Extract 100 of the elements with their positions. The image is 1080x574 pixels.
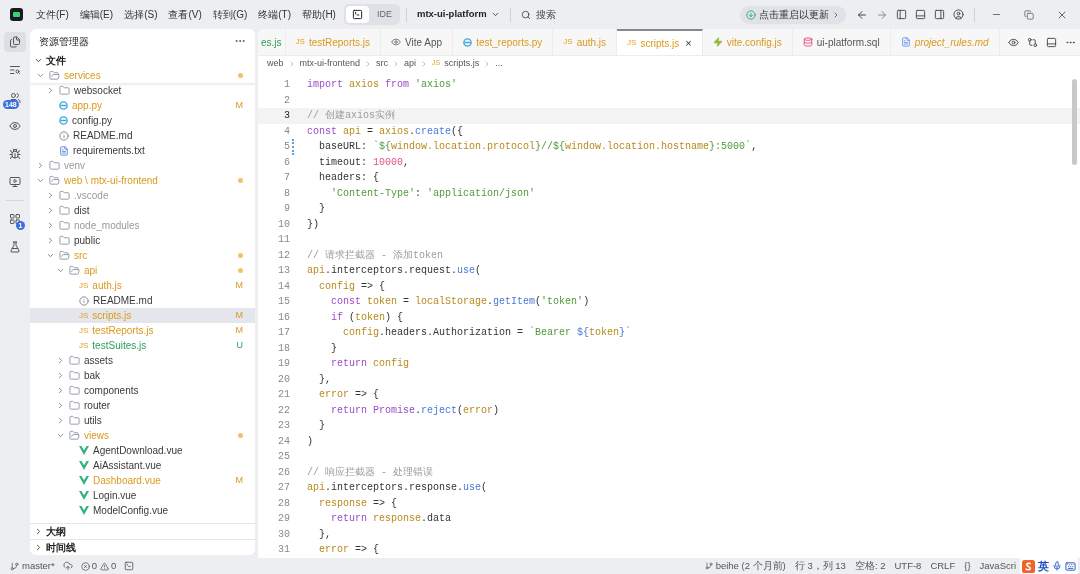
back-arrow-icon[interactable] [856, 8, 868, 21]
folder-icon [49, 160, 60, 171]
file-row[interactable]: AiAssistant.vue [30, 458, 255, 473]
menu-item[interactable]: 终端(T) [258, 7, 292, 22]
file-row[interactable]: config.py [30, 113, 255, 128]
folder-icon [59, 205, 70, 216]
folder-icon [59, 235, 70, 246]
section-header[interactable]: 时间线 [30, 539, 255, 555]
menu-item[interactable]: 编辑(E) [79, 7, 114, 22]
code-line: import axios from 'axios' [307, 78, 458, 93]
mode-option[interactable] [345, 6, 369, 23]
status-item[interactable]: JavaScri [979, 558, 1016, 574]
status-item[interactable]: UTF-8 [894, 558, 922, 574]
line-number: 10 [277, 217, 290, 232]
mode-option[interactable]: IDE [370, 6, 398, 23]
line-number: 16 [277, 310, 290, 325]
status-item[interactable]: 行 3，列 13 [794, 558, 846, 574]
file-name: components [84, 384, 139, 398]
ime-toolbar[interactable]: 英 [1020, 558, 1078, 574]
terminal-icon [351, 9, 363, 20]
code-line: response => { [318, 496, 398, 511]
branch-icon [10, 561, 19, 571]
terminal-icon[interactable] [124, 561, 135, 571]
breadcrumb-item[interactable]: mtx-ui-frontend [299, 56, 361, 71]
file-name: node_modules [74, 219, 140, 233]
file-name: websocket [74, 84, 122, 98]
section-header[interactable]: 文件 [30, 53, 255, 68]
mode-toggle[interactable]: IDE [343, 4, 400, 25]
breadcrumb-item[interactable]: scripts.js [444, 56, 480, 71]
activity-bar-item[interactable] [4, 32, 26, 52]
code-line: if (token) { [330, 310, 404, 325]
breadcrumb-item[interactable]: web [267, 56, 284, 71]
bottom-panel-icon[interactable] [915, 9, 926, 20]
split-editor-icon[interactable] [1045, 36, 1057, 48]
ime-language[interactable]: 英 [1038, 557, 1049, 574]
folder-icon [59, 190, 70, 201]
folder-icon [69, 370, 80, 381]
status-item[interactable]: {} [964, 558, 971, 574]
folder-icon [59, 85, 70, 96]
breadcrumb-item[interactable]: src [376, 56, 389, 71]
status-item[interactable]: 空格: 2 [854, 558, 886, 574]
file-row[interactable]: JS testSuites.js U [30, 338, 255, 353]
file-name: scripts.js [92, 309, 132, 323]
editor-tab[interactable]: Vite App [381, 29, 454, 55]
file-row[interactable]: requirements.txt [30, 143, 255, 158]
code-line: }, [318, 372, 331, 387]
cloud-upload-icon[interactable] [62, 561, 73, 571]
line-number: 19 [277, 357, 290, 372]
git-status-label: M [235, 98, 243, 112]
file-row[interactable]: README.md [30, 293, 255, 308]
bug-icon [9, 148, 21, 160]
js-file-icon: JS [79, 281, 89, 290]
folder-row[interactable]: components [30, 383, 255, 398]
editor-tab[interactable]: ui-platform.sql [792, 29, 891, 55]
file-row[interactable]: Login.vue [30, 488, 255, 503]
menu-item[interactable]: 帮助(H) [302, 7, 336, 22]
search-button[interactable]: 搜索 [520, 7, 556, 22]
line-number: 20 [277, 372, 290, 387]
menu-item[interactable]: 转到(G) [212, 7, 248, 22]
scrollbar-thumb[interactable] [1072, 79, 1077, 165]
folder-row[interactable]: assets [30, 353, 255, 368]
eye-icon[interactable] [1007, 36, 1019, 48]
status-item[interactable]: beihe (2 个月前) [715, 558, 786, 574]
folder-row[interactable]: public [30, 233, 255, 248]
git-status-label: M [235, 473, 243, 487]
compare-icon[interactable] [1026, 36, 1038, 48]
account-icon[interactable] [953, 9, 964, 20]
menu-item[interactable]: 选择(S) [124, 7, 158, 22]
close-tab-button[interactable]: × [685, 34, 692, 52]
ime-logo-icon [1022, 559, 1035, 573]
right-panel-icon[interactable] [934, 9, 945, 20]
editor-tab[interactable]: JS scripts.js × [617, 29, 703, 55]
keyboard-icon[interactable] [1065, 560, 1076, 572]
file-row[interactable]: AgentDownload.vue [30, 443, 255, 458]
file-row[interactable]: ModelConfig.vue [30, 503, 255, 518]
folder-row[interactable]: router [30, 398, 255, 413]
js-file-icon: JS [79, 326, 89, 335]
status-item[interactable]: CRLF [930, 558, 956, 574]
folder-row[interactable]: utils [30, 413, 255, 428]
error-count[interactable]: 0 [91, 558, 98, 574]
left-panel-icon[interactable] [896, 9, 907, 20]
section-header[interactable]: 大纲 [30, 523, 255, 539]
breadcrumb-item[interactable]: ... [495, 56, 503, 71]
folder-row[interactable]: websocket [30, 83, 255, 98]
microphone-icon[interactable] [1052, 561, 1062, 571]
line-number: 23 [277, 419, 290, 434]
branch-name[interactable]: master* [22, 558, 55, 574]
menu-item[interactable]: 文件(F) [36, 7, 69, 22]
code-line: api.interceptors.response.use( [307, 481, 488, 496]
folder-row[interactable]: dist [30, 203, 255, 218]
update-pill[interactable]: 点击重启以更新 [740, 5, 846, 24]
restore-icon[interactable] [1024, 9, 1034, 20]
git-status-label: U [236, 338, 243, 352]
warning-count[interactable]: 0 [111, 558, 117, 574]
file-row[interactable]: README.md [30, 128, 255, 143]
breadcrumb-item[interactable]: api [404, 56, 417, 71]
tab-label: Vite App [405, 35, 443, 50]
folder-row[interactable]: bak [30, 368, 255, 383]
project-dropdown[interactable]: mtx-ui-platform [416, 7, 500, 22]
menu-item[interactable]: 查看(V) [168, 7, 202, 22]
